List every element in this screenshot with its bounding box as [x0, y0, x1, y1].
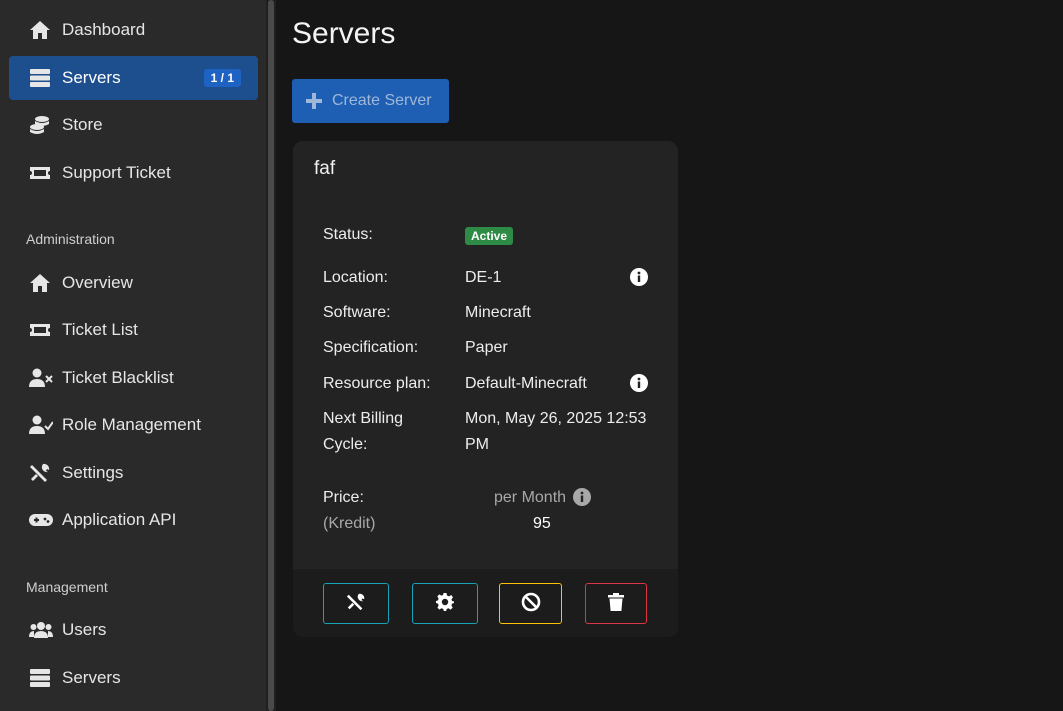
coins-icon: [29, 114, 53, 136]
sidebar-item-label: Users: [62, 620, 107, 639]
sidebar-item-label: Store: [62, 115, 103, 134]
sidebar-item-label: Support Ticket: [62, 163, 171, 182]
server-settings-button[interactable]: [412, 583, 478, 624]
sidebar-item-management-servers[interactable]: Servers: [9, 656, 258, 700]
sidebar-item-dashboard[interactable]: Dashboard: [9, 8, 258, 52]
delete-server-button[interactable]: [585, 583, 647, 624]
sidebar-item-role-management[interactable]: Role Management: [9, 403, 258, 447]
sidebar-item-label: Application API: [62, 510, 177, 529]
price-unit: (Kredit): [323, 515, 376, 532]
users-icon: [29, 619, 53, 641]
sidebar-item-settings[interactable]: Settings: [9, 451, 258, 495]
manage-server-button[interactable]: [323, 583, 389, 624]
server-count-badge: 1 / 1: [203, 69, 241, 87]
create-server-button[interactable]: Create Server: [292, 79, 449, 123]
server-icon: [29, 67, 53, 89]
section-header-management: Management: [26, 579, 108, 595]
server-name: faf: [314, 158, 336, 179]
sidebar-item-label: Dashboard: [62, 20, 146, 39]
trash-icon: [608, 593, 624, 614]
ticket-icon: [29, 319, 53, 341]
location-info-icon[interactable]: [630, 268, 648, 286]
software-value: Minecraft: [465, 304, 531, 321]
home-icon: [29, 19, 53, 41]
sidebar-item-label: Role Management: [62, 415, 201, 434]
page-title: Servers: [292, 17, 396, 50]
gamepad-icon: [29, 509, 53, 531]
sidebar-item-label: Overview: [62, 273, 133, 292]
gear-icon: [436, 593, 454, 614]
resource-plan-info-icon[interactable]: [630, 374, 648, 392]
sidebar-item-support-ticket[interactable]: Support Ticket: [9, 151, 258, 195]
section-header-administration: Administration: [26, 231, 115, 247]
status-badge: Active: [465, 227, 514, 245]
price-label: Price:: [323, 489, 364, 506]
location-value: DE-1: [465, 269, 502, 286]
price-info-icon[interactable]: [573, 488, 591, 506]
sidebar-item-store[interactable]: Store: [9, 103, 258, 147]
resource-plan-value: Default-Minecraft: [465, 375, 587, 392]
create-server-label: Create Server: [332, 92, 432, 109]
server-card: faf Status: Active Location: DE-1 Softwa…: [293, 141, 678, 637]
sidebar-item-label: Ticket Blacklist: [62, 368, 174, 387]
status-label: Status:: [323, 226, 373, 243]
sidebar-item-label: Servers: [62, 668, 121, 687]
software-label: Software:: [323, 304, 391, 321]
sidebar-item-users[interactable]: Users: [9, 608, 258, 652]
tools-icon: [346, 592, 366, 615]
billing-value-line2: PM: [465, 436, 489, 453]
resource-plan-label: Resource plan:: [323, 375, 431, 392]
ban-icon: [521, 592, 541, 615]
sidebar-item-label: Servers: [62, 68, 121, 87]
sidebar-scrollbar[interactable]: [266, 0, 276, 711]
billing-label-line2: Cycle:: [323, 436, 368, 453]
home-icon: [29, 272, 53, 294]
billing-value-line1: Mon, May 26, 2025 12:53: [465, 410, 647, 427]
billing-label-line1: Next Billing: [323, 410, 404, 427]
location-label: Location:: [323, 269, 388, 286]
specification-value: Paper: [465, 339, 508, 356]
user-check-icon: [29, 414, 53, 436]
price-period: per Month: [494, 489, 567, 506]
sidebar-item-ticket-list[interactable]: Ticket List: [9, 308, 258, 352]
sidebar-item-ticket-blacklist[interactable]: Ticket Blacklist: [9, 356, 258, 400]
price-value: 95: [533, 515, 551, 532]
ticket-icon: [29, 162, 53, 184]
server-icon: [29, 667, 53, 689]
specification-label: Specification:: [323, 339, 419, 356]
sidebar-item-overview[interactable]: Overview: [9, 261, 258, 305]
sidebar-item-application-api[interactable]: Application API: [9, 498, 258, 542]
sidebar-item-label: Ticket List: [62, 320, 138, 339]
scrollbar-thumb[interactable]: [268, 0, 274, 711]
card-actions: [293, 569, 678, 637]
plus-icon: [306, 93, 322, 109]
sidebar-item-label: Settings: [62, 463, 124, 482]
user-times-icon: [29, 367, 53, 389]
sidebar-item-servers[interactable]: Servers 1 / 1: [9, 56, 258, 100]
suspend-server-button[interactable]: [499, 583, 562, 624]
sidebar: Dashboard Servers 1 / 1 Store Support Ti…: [0, 0, 266, 711]
tools-icon: [29, 462, 53, 484]
